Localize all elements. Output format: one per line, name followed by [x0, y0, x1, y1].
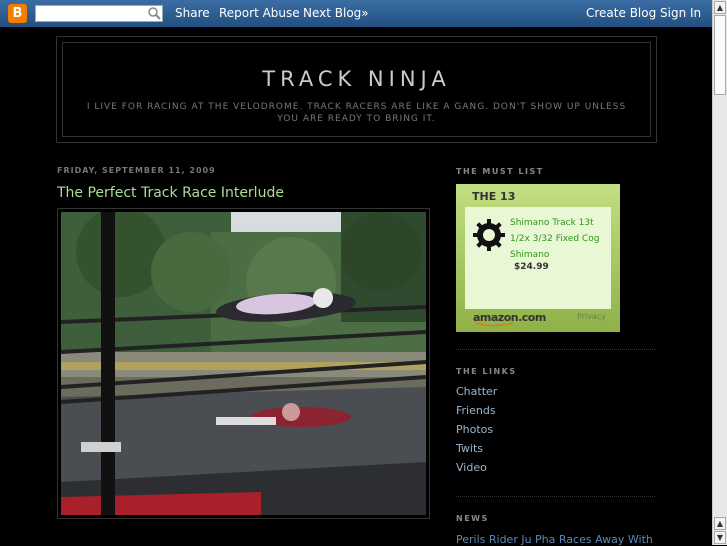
next-blog-link[interactable]: Next Blog» [303, 6, 369, 20]
scroll-down-button[interactable]: ▼ [714, 531, 726, 544]
search-icon[interactable] [147, 6, 161, 20]
must-list-heading: The Must List [456, 167, 544, 176]
link-twits[interactable]: Twits [456, 442, 483, 455]
amazon-smile-icon [474, 322, 514, 327]
links-heading: The Links [456, 367, 517, 376]
link-friends[interactable]: Friends [456, 404, 496, 417]
wrestling-ring-photo [61, 212, 426, 515]
search-input[interactable] [35, 5, 163, 22]
sidebar-divider [456, 349, 655, 350]
cog-icon[interactable] [472, 218, 506, 252]
share-link[interactable]: Share [175, 6, 210, 20]
report-abuse-link[interactable]: Report Abuse [219, 6, 300, 20]
sign-in-link[interactable]: Sign In [660, 6, 701, 20]
blog-header-inner: TRACK NINJA I live for racing at the Vel… [62, 42, 651, 137]
scroll-up-button[interactable]: ▲ [714, 1, 726, 14]
vertical-scrollbar[interactable]: ▲ ▲ ▼ [712, 0, 727, 545]
news-item-link[interactable]: Perils Rider Ju Pha Races Away With [456, 533, 653, 546]
product-card[interactable]: Shimano Track 13t 1/2x 3/32 Fixed Cog Sh… [465, 207, 611, 309]
scroll-up-button-lower[interactable]: ▲ [714, 517, 726, 530]
blog-description: I live for racing at the Velodrome. Trac… [86, 102, 627, 124]
post-title[interactable]: The Perfect Track Race Interlude [57, 185, 284, 201]
blog-header: TRACK NINJA I live for racing at the Vel… [56, 36, 657, 143]
post-date: Friday, September 11, 2009 [57, 166, 216, 175]
post-photo[interactable] [57, 208, 430, 519]
scroll-thumb[interactable] [714, 15, 726, 95]
link-photos[interactable]: Photos [456, 423, 493, 436]
amazon-widget[interactable]: THE 13 Shimano Track 13t 1/2x 3/32 Fixed… [456, 184, 620, 332]
privacy-link[interactable]: Privacy [577, 312, 606, 321]
blogger-navbar: B Share Report Abuse Next Blog» Create B… [0, 0, 712, 27]
widget-heading: THE 13 [472, 190, 516, 203]
create-blog-link[interactable]: Create Blog [586, 6, 656, 20]
sidebar-divider-2 [456, 496, 655, 497]
link-chatter[interactable]: Chatter [456, 385, 497, 398]
product-price: $24.99 [514, 262, 549, 272]
blog-title[interactable]: TRACK NINJA [63, 67, 650, 91]
product-name-link[interactable]: Shimano Track 13t 1/2x 3/32 Fixed Cog Sh… [510, 215, 606, 263]
blogger-logo-icon[interactable]: B [8, 4, 27, 23]
news-heading: News [456, 514, 489, 523]
link-video[interactable]: Video [456, 461, 487, 474]
